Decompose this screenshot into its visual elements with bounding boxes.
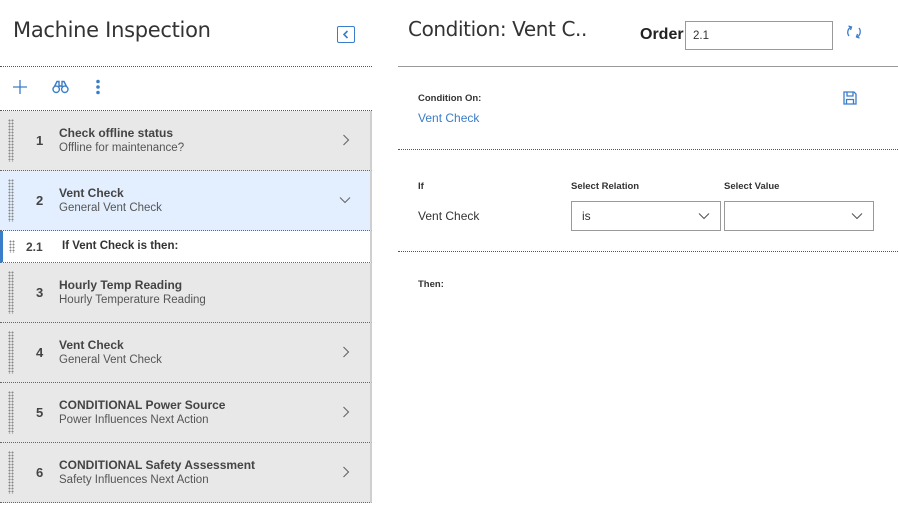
step-subtitle: Safety Influences Next Action [59,474,209,486]
step-number: 1 [36,133,44,148]
drag-handle-icon[interactable] [8,451,14,494]
condition-row[interactable]: 2.1 If Vent Check is then: [0,231,372,263]
order-input[interactable] [685,21,833,50]
collapse-panel-button[interactable] [337,26,355,43]
drag-handle-icon[interactable] [8,391,14,434]
more-vertical-icon [96,79,100,95]
expand-step-button[interactable] [340,345,352,359]
chevron-right-icon [343,134,350,146]
step-row[interactable]: 1 Check offline status Offline for maint… [0,111,372,171]
divider [398,149,898,150]
expand-step-button[interactable] [340,465,352,479]
divider [398,66,898,67]
condition-detail-panel: Condition: Vent C.. Order Condition On: … [372,0,898,510]
reset-order-button[interactable] [844,22,864,42]
binoculars-icon [51,80,69,94]
expand-step-button[interactable] [340,133,352,147]
step-title: CONDITIONAL Power Source [59,398,226,412]
step-list-panel: Machine Inspection 1 Check offline statu… [0,0,372,510]
step-row-selected[interactable]: 2 Vent Check General Vent Check [0,171,372,231]
select-relation-label: Select Relation [571,181,640,192]
divider [398,251,898,252]
find-button[interactable] [51,78,69,96]
step-number: 3 [36,285,44,300]
step-row[interactable]: 4 Vent Check General Vent Check [0,323,372,383]
collapse-step-button[interactable] [339,193,351,207]
drag-handle-icon[interactable] [9,240,15,253]
step-subtitle: General Vent Check [59,202,162,214]
step-row[interactable]: 5 CONDITIONAL Power Source Power Influen… [0,383,372,443]
add-button[interactable] [11,78,29,96]
refresh-icon [847,25,861,39]
step-number: 2.1 [26,240,43,254]
step-subtitle: Hourly Temperature Reading [59,294,206,306]
drag-handle-icon[interactable] [8,119,14,162]
condition-title: Condition: Vent C.. [408,17,587,41]
step-row[interactable]: 6 CONDITIONAL Safety Assessment Safety I… [0,443,372,503]
save-button[interactable] [842,90,858,106]
step-number: 6 [36,465,44,480]
step-subtitle: General Vent Check [59,354,162,366]
drag-handle-icon[interactable] [8,271,14,314]
step-title: Vent Check [59,338,124,352]
step-title: Vent Check [59,186,124,200]
if-label: If [418,181,424,192]
chevron-down-icon [851,213,863,220]
expand-step-button[interactable] [340,405,352,419]
step-number: 4 [36,345,44,360]
relation-selected-value: is [582,209,591,223]
condition-on-link[interactable]: Vent Check [418,111,479,125]
chevron-right-icon [343,346,350,358]
step-title: Hourly Temp Reading [59,278,183,292]
chevron-right-icon [343,466,350,478]
chevron-left-icon [342,30,349,39]
value-select[interactable] [724,201,874,231]
if-field-name: Vent Check [418,209,480,223]
chevron-right-icon [343,406,350,418]
plus-icon [13,80,27,94]
relation-select[interactable]: is [571,201,721,231]
step-row[interactable]: 3 Hourly Temp Reading Hourly Temperature… [0,263,372,323]
step-number: 5 [36,405,44,420]
chevron-down-icon [339,197,351,204]
step-number: 2 [36,193,44,208]
more-options-button[interactable] [91,78,105,96]
panel-title: Machine Inspection [13,18,211,42]
step-subtitle: Offline for maintenance? [59,142,185,154]
step-title: CONDITIONAL Safety Assessment [59,458,256,472]
then-label: Then: [418,279,444,290]
step-title: Check offline status [59,126,174,140]
chevron-down-icon [698,213,710,220]
drag-handle-icon[interactable] [8,179,14,222]
condition-title: If Vent Check is then: [62,240,179,252]
drag-handle-icon[interactable] [8,331,14,374]
order-label: Order [640,26,684,43]
divider [0,66,372,67]
step-subtitle: Power Influences Next Action [59,414,209,426]
select-value-label: Select Value [724,181,780,192]
step-list: 1 Check offline status Offline for maint… [0,111,372,503]
condition-on-label: Condition On: [418,93,482,104]
save-icon [843,91,857,105]
